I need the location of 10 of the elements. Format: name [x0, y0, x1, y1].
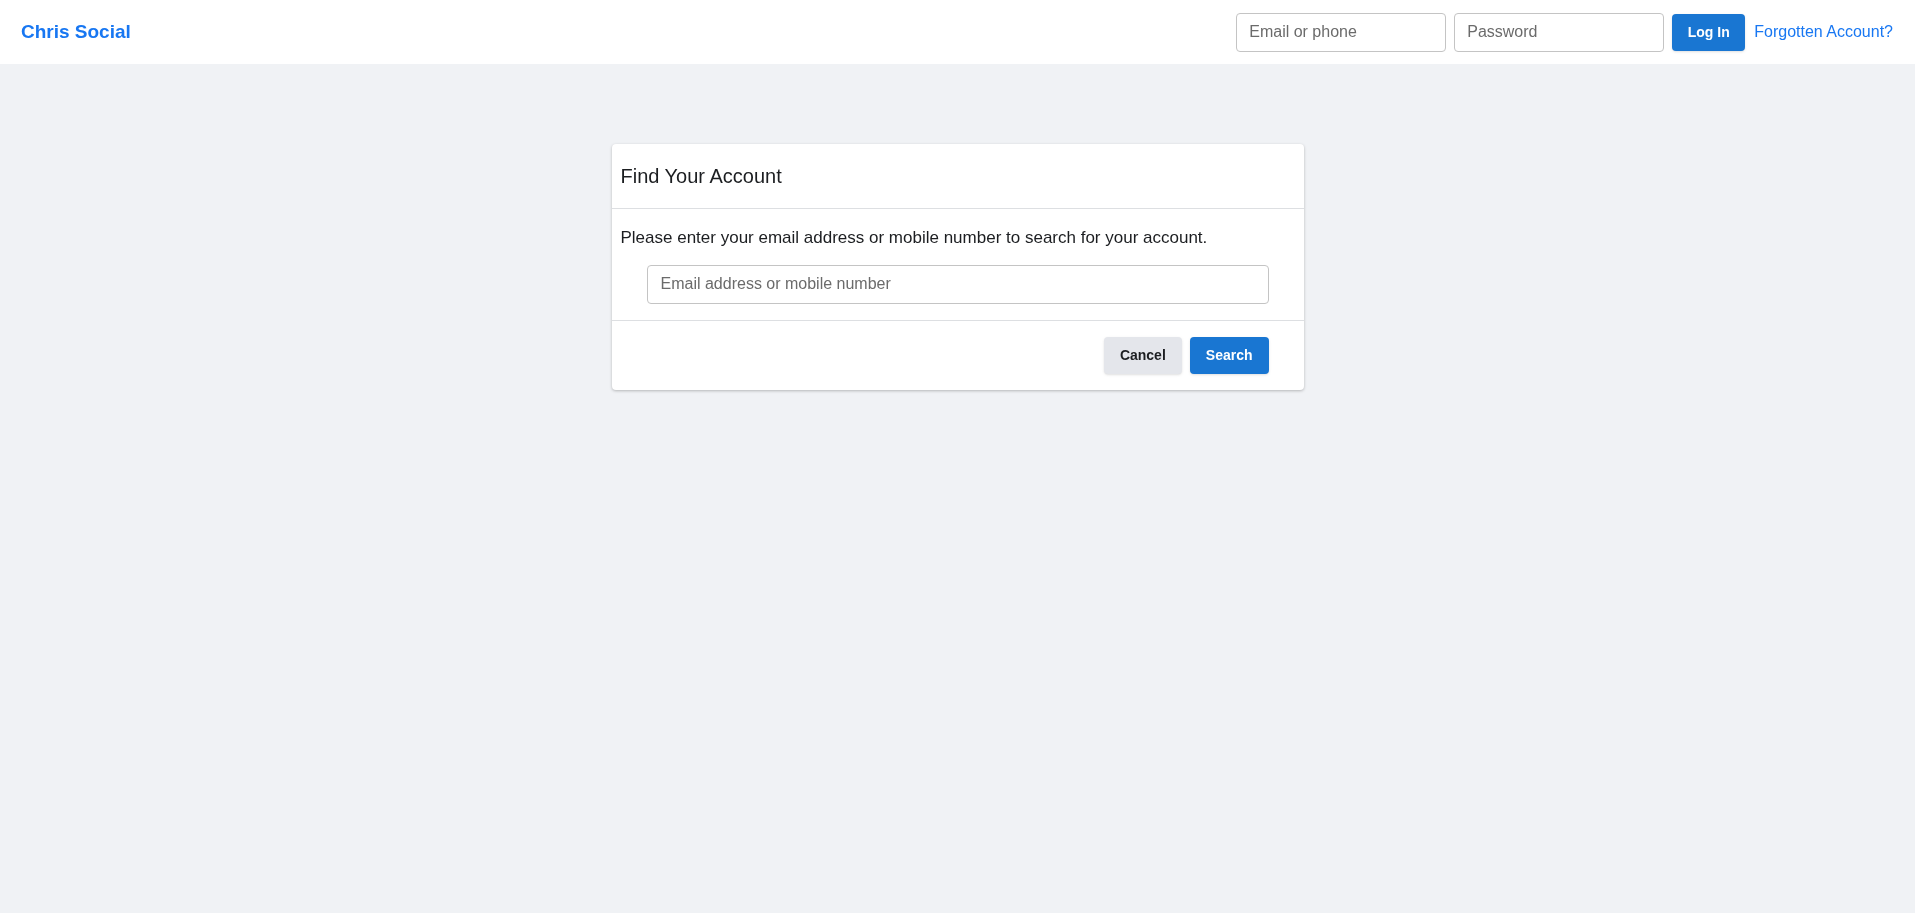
cancel-button[interactable]: Cancel — [1103, 336, 1182, 374]
site-logo[interactable]: Chris Social — [21, 17, 131, 47]
password-field[interactable]: Password — [1454, 12, 1665, 52]
forgotten-account-link[interactable]: Forgotten Account? — [1754, 20, 1893, 44]
instruction-text: Please enter your email address or mobile number to search for your account. — [620, 227, 1209, 249]
account-search-field[interactable]: Email address or mobile number — [646, 264, 1269, 304]
search-button[interactable]: Search — [1189, 336, 1269, 374]
email-field[interactable]: Email or phone — [1236, 12, 1447, 52]
card-title: Find Your Account — [620, 164, 782, 189]
login-button[interactable]: Log In — [1672, 13, 1746, 51]
